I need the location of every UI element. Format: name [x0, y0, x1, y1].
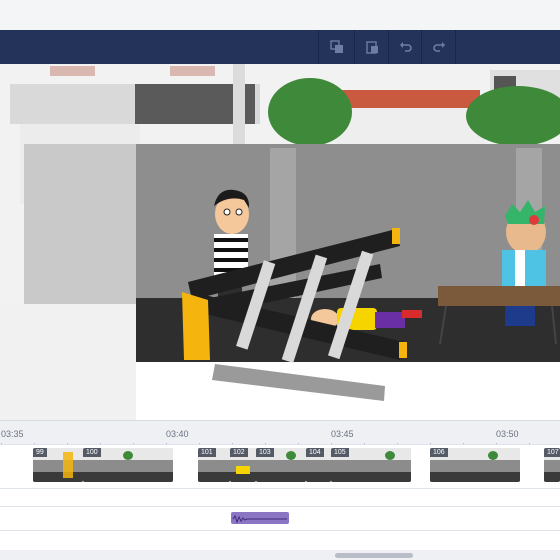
tiled-roof	[340, 90, 480, 108]
paste-icon	[366, 41, 378, 54]
redo-button[interactable]	[422, 30, 456, 64]
ruler-time-label: 03:50	[496, 429, 519, 439]
waveform-icon	[232, 514, 287, 524]
timeline-clip[interactable]: 102	[230, 448, 256, 482]
ruler-time-label: 03:45	[331, 429, 354, 439]
toolbar-divider	[455, 30, 456, 64]
wall-pillar	[270, 148, 296, 302]
undo-icon	[400, 42, 412, 52]
clip-number: 107	[544, 448, 560, 457]
empty-track[interactable]	[0, 530, 560, 550]
timeline-clip[interactable]: 104	[306, 448, 331, 482]
sidewalk	[0, 304, 136, 420]
editor-toolbar	[0, 30, 560, 64]
copy-icon	[330, 40, 343, 53]
audio-clip[interactable]	[231, 512, 289, 524]
overlay-track[interactable]	[0, 488, 560, 506]
clip-number: 104	[306, 448, 324, 457]
window-frame	[50, 66, 95, 76]
timeline-clip[interactable]: 103	[256, 448, 306, 482]
window-frame	[170, 66, 215, 76]
clip-number: 100	[83, 448, 101, 457]
video-preview-canvas[interactable]	[0, 64, 560, 420]
clip-number: 101	[198, 448, 216, 457]
paste-button[interactable]	[355, 30, 389, 64]
clip-number: 99	[33, 448, 47, 457]
timeline-clip[interactable]: 99	[33, 448, 83, 482]
timeline-clip[interactable]: 106	[430, 448, 520, 482]
toolbar-divider	[318, 30, 319, 64]
tree-left	[268, 78, 352, 146]
ruler-time-label: 03:35	[1, 429, 24, 439]
clip-number: 106	[430, 448, 448, 457]
wooden-table	[438, 286, 560, 306]
ruler-time-label: 03:40	[166, 429, 189, 439]
timeline-scrollbar[interactable]	[335, 553, 413, 558]
redo-icon	[433, 42, 445, 52]
clip-number: 105	[331, 448, 349, 457]
window-top-strip	[0, 0, 560, 30]
copy-button[interactable]	[320, 30, 354, 64]
clip-number: 102	[230, 448, 248, 457]
timeline-clip[interactable]: 100	[83, 448, 173, 482]
timeline-clip[interactable]: 105	[331, 448, 411, 482]
clip-number: 103	[256, 448, 274, 457]
animation-scene	[0, 64, 560, 420]
wall-faded-section	[24, 144, 136, 304]
house-wall-right	[335, 108, 485, 144]
timeline-clip[interactable]: 101	[198, 448, 230, 482]
timeline-clip[interactable]: 107	[544, 448, 560, 482]
undo-button[interactable]	[389, 30, 423, 64]
